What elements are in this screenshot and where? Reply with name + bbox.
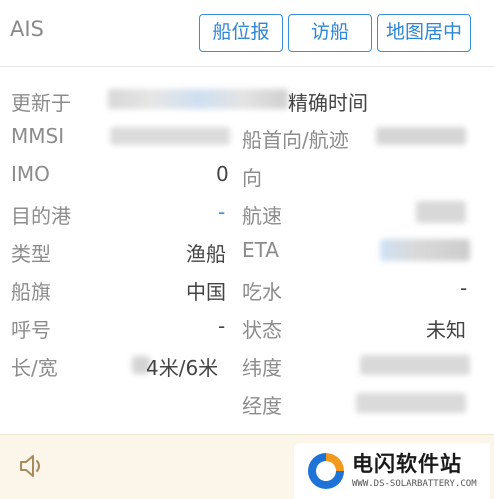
position-report-button[interactable]: 船位报 bbox=[199, 14, 283, 52]
longitude-label: 经度 bbox=[242, 394, 282, 418]
footer-bar: 电闪软件站 WWW.DS-SOLARBATTERY.COM bbox=[0, 434, 494, 499]
map-center-button[interactable]: 地图居中 bbox=[377, 14, 471, 52]
type-label: 类型 bbox=[11, 242, 51, 266]
speed-label: 航速 bbox=[242, 204, 282, 228]
speed-value-redacted bbox=[416, 201, 466, 223]
speaker-icon[interactable] bbox=[18, 451, 46, 481]
size-value: 4米/6米 bbox=[146, 356, 219, 380]
heading-value-redacted bbox=[376, 127, 466, 145]
imo-value: 0 bbox=[216, 162, 229, 186]
updated-suffix: 精确时间 bbox=[288, 91, 368, 115]
app-title: AIS bbox=[10, 17, 44, 41]
destination-label: 目的港 bbox=[11, 204, 71, 228]
mmsi-value-redacted bbox=[110, 127, 230, 145]
flag-value: 中国 bbox=[186, 280, 226, 304]
longitude-value-redacted bbox=[356, 393, 466, 413]
updated-label: 更新于 bbox=[11, 91, 71, 115]
updated-value-redacted bbox=[108, 89, 288, 109]
draft-value: - bbox=[460, 276, 468, 300]
heading-label-cont: 向 bbox=[242, 166, 262, 190]
status-label: 状态 bbox=[242, 318, 282, 342]
heading-label: 船首向/航迹 bbox=[242, 128, 349, 152]
callsign-label: 呼号 bbox=[11, 318, 51, 342]
latitude-label: 纬度 bbox=[242, 356, 282, 380]
callsign-value: - bbox=[218, 314, 226, 338]
destination-value: - bbox=[218, 200, 226, 224]
draft-label: 吃水 bbox=[242, 280, 282, 304]
eta-label: ETA bbox=[242, 238, 279, 262]
app-header: AIS 船位报 访船 地图居中 bbox=[0, 0, 494, 67]
watermark: 电闪软件站 WWW.DS-SOLARBATTERY.COM bbox=[294, 443, 490, 499]
size-label: 长/宽 bbox=[11, 356, 58, 380]
mmsi-label: MMSI bbox=[11, 124, 65, 148]
type-value: 渔船 bbox=[186, 242, 226, 266]
flag-label: 船旗 bbox=[11, 280, 51, 304]
ship-info-panel: 更新于 精确时间 MMSI 船首向/航迹 IMO 0 向 目的港 - 航速 类型… bbox=[0, 67, 494, 433]
imo-label: IMO bbox=[11, 162, 50, 186]
watermark-title: 电闪软件站 bbox=[352, 452, 462, 476]
eta-value-redacted bbox=[380, 239, 470, 261]
latitude-value-redacted bbox=[360, 355, 470, 375]
status-value: 未知 bbox=[426, 318, 466, 342]
watermark-url: WWW.DS-SOLARBATTERY.COM bbox=[352, 479, 477, 489]
visit-ship-button[interactable]: 访船 bbox=[288, 14, 372, 52]
watermark-logo-icon bbox=[306, 451, 346, 491]
